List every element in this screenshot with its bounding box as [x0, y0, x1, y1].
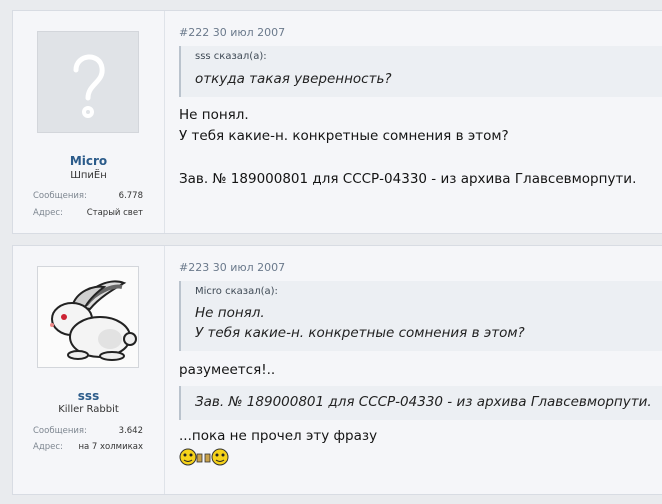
- stat-value: Старый свет: [86, 208, 143, 218]
- post-author-sidebar: sss Killer Rabbit Сообщения: 3.642 Адрес…: [13, 246, 165, 494]
- quote-text: откуда такая уверенность?: [195, 71, 392, 87]
- quote-block: Micro сказал(а): Не понял. У тебя какие-…: [179, 281, 662, 351]
- post-text-line: У тебя какие-н. конкретные сомнения в эт…: [179, 128, 509, 144]
- post-text-line: ...пока не прочел эту фразу: [179, 428, 378, 444]
- quote-block: Зав. № 189000801 для СССР-04330 - из арх…: [179, 386, 662, 420]
- avatar[interactable]: [37, 31, 139, 133]
- stat-label: Сообщения:: [33, 426, 87, 436]
- post-222: Micro ШпиЁн Сообщения: 6.778 Адрес: Стар…: [12, 10, 662, 234]
- post-223: sss Killer Rabbit Сообщения: 3.642 Адрес…: [12, 245, 662, 495]
- post-text-line: Зав. № 189000801 для СССР-04330 - из арх…: [179, 171, 637, 187]
- quote-block: sss сказал(а): откуда такая уверенность?: [179, 46, 662, 97]
- avatar[interactable]: [37, 266, 139, 368]
- stat-location: Адрес: Старый свет: [33, 208, 143, 218]
- quote-text: Зав. № 189000801 для СССР-04330 - из арх…: [195, 394, 652, 410]
- user-title: Killer Rabbit: [58, 404, 119, 415]
- post-meta-link[interactable]: #223 30 июл 2007: [179, 261, 285, 274]
- stat-label: Адрес:: [33, 208, 63, 218]
- stat-label: Адрес:: [33, 442, 63, 452]
- stat-label: Сообщения:: [33, 191, 87, 201]
- stat-value: 3.642: [118, 426, 143, 436]
- user-title: ШпиЁн: [70, 170, 107, 181]
- drinking-smiley-icon: [179, 447, 229, 471]
- stat-location: Адрес: на 7 холмиках: [33, 442, 143, 452]
- quote-text: Не понял.: [195, 305, 265, 321]
- username[interactable]: Micro: [13, 154, 164, 168]
- quote-header[interactable]: sss сказал(а):: [195, 51, 267, 62]
- post-text-line: разумеется!..: [179, 362, 276, 378]
- question-mark-icon: [73, 54, 105, 118]
- post-author-sidebar: Micro ШпиЁн Сообщения: 6.778 Адрес: Стар…: [13, 11, 165, 233]
- stat-messages: Сообщения: 3.642: [33, 426, 143, 436]
- post-text-line: Не понял.: [179, 107, 249, 123]
- stat-value: 6.778: [118, 191, 143, 201]
- quote-header[interactable]: Micro сказал(а):: [195, 286, 278, 297]
- stat-messages: Сообщения: 6.778: [33, 191, 143, 201]
- stat-value: на 7 холмиках: [78, 442, 143, 452]
- quote-text: У тебя какие-н. конкретные сомнения в эт…: [195, 325, 525, 341]
- post-meta-link[interactable]: #222 30 июл 2007: [179, 26, 285, 39]
- username[interactable]: sss: [13, 389, 164, 403]
- rabbit-avatar-icon: [50, 280, 137, 361]
